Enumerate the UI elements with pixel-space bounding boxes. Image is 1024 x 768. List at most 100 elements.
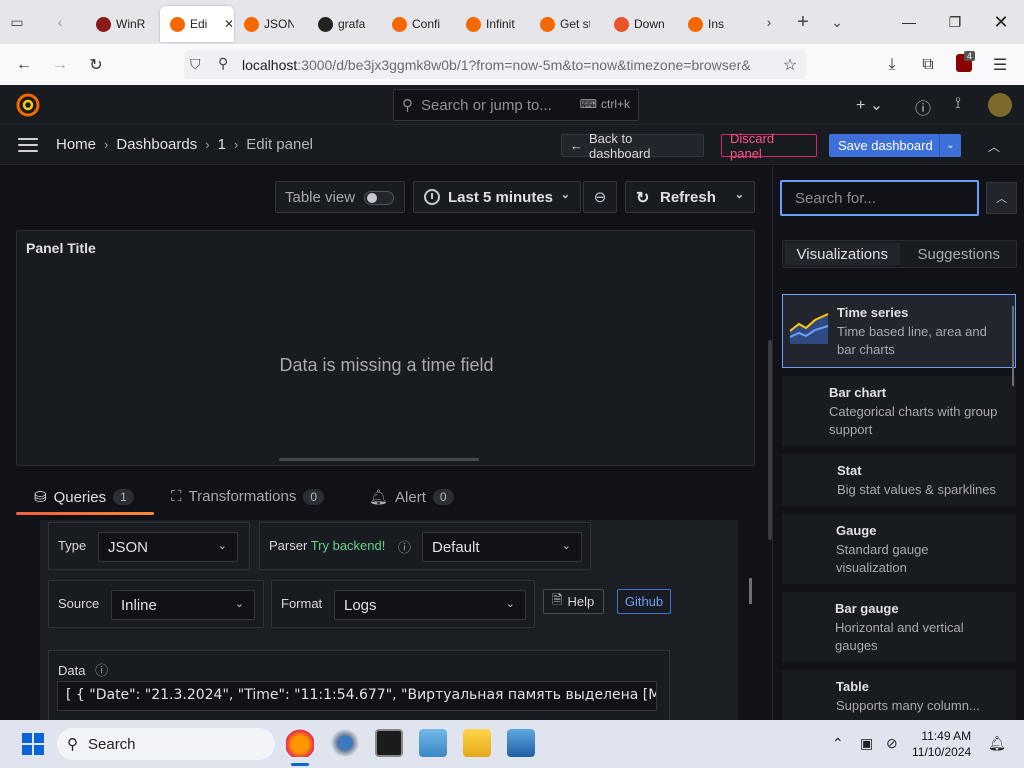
windows-start-icon[interactable]: [22, 733, 44, 755]
new-plus-icon[interactable]: + ⌄: [856, 95, 883, 115]
terminal-app-icon[interactable]: [375, 729, 403, 757]
browser-tab[interactable]: Down: [604, 6, 678, 42]
viz-title: Table: [836, 679, 869, 694]
browser-tab[interactable]: Confi: [382, 6, 456, 42]
time-range-picker[interactable]: Last 5 minutes ⌄: [413, 181, 581, 213]
new-tab-icon[interactable]: +: [786, 0, 820, 44]
chevron-up-icon[interactable]: ︿: [988, 138, 1000, 155]
query-scrollbar[interactable]: [749, 578, 752, 604]
browser-tab[interactable]: JSON: [234, 6, 308, 42]
menu-hamburger-icon[interactable]: [18, 138, 38, 152]
source-select[interactable]: Inline ⌄: [111, 590, 255, 620]
viz-item-gauge[interactable]: Gauge Standard gauge visualization: [782, 514, 1016, 584]
viz-item-bar-chart[interactable]: Bar chart Categorical charts with group …: [782, 376, 1016, 446]
control-panel-app-icon[interactable]: [419, 729, 447, 757]
viz-desc: Time based line, area and bar charts: [837, 324, 987, 357]
try-backend-hint[interactable]: Try backend!: [311, 538, 386, 553]
address-bar[interactable]: localhost:3000/d/be3jx3ggmk8w0b/1?from=n…: [184, 50, 806, 79]
minimize-icon[interactable]: —: [886, 0, 932, 44]
tab-queries-label: Queries: [53, 488, 107, 506]
breadcrumb-dashboards[interactable]: Dashboards: [116, 136, 197, 153]
tab-visualizations[interactable]: Visualizations: [785, 243, 900, 265]
format-value: Logs: [344, 596, 377, 614]
tab-scroll-right-icon[interactable]: ›: [752, 0, 786, 44]
viz-item-stat[interactable]: Stat Big stat values & sparklines: [782, 454, 1016, 506]
viz-search-input[interactable]: Search for...: [780, 180, 979, 216]
tab-transformations[interactable]: ⛶ Transformations 0: [171, 488, 325, 505]
viz-item-time-series[interactable]: Time series Time based line, area and ba…: [782, 294, 1016, 368]
toggle-switch[interactable]: [364, 191, 394, 205]
tab-list-icon[interactable]: ⌄: [820, 0, 854, 44]
chevron-down-icon[interactable]: ⌄: [939, 134, 961, 157]
maximize-icon[interactable]: ❐: [932, 0, 978, 44]
news-feed-icon[interactable]: ⟟: [955, 95, 961, 113]
viz-list-scrollbar[interactable]: [1012, 306, 1014, 386]
bookmark-star-icon[interactable]: ☆: [772, 44, 808, 85]
chevron-up-icon[interactable]: ⌃: [832, 735, 844, 752]
panel-resize-handle[interactable]: [279, 458, 479, 461]
reload-icon[interactable]: ↻: [78, 44, 114, 85]
menu-icon[interactable]: ☰: [982, 44, 1018, 85]
chevron-down-icon[interactable]: ⌄: [735, 188, 744, 201]
notification-bell-icon[interactable]: 🔔︎: [988, 735, 1006, 752]
firefox-app-icon[interactable]: [286, 729, 314, 757]
type-select[interactable]: JSON ⌄: [98, 532, 238, 562]
query-editor: Type JSON ⌄ Parser Try backend! ⓘ Defaul…: [40, 520, 738, 722]
network-icon[interactable]: ⊘: [886, 735, 898, 752]
tab-queries[interactable]: ⛁ Queries 1: [34, 488, 134, 506]
data-label: Data ⓘ: [58, 660, 108, 679]
browser-tab[interactable]: Edi ✕: [160, 6, 234, 42]
panel-title[interactable]: Panel Title: [26, 240, 96, 256]
close-window-icon[interactable]: ✕: [978, 0, 1024, 44]
help-button[interactable]: 🗎︎ Help: [543, 589, 604, 614]
browser-tab[interactable]: Ins: [678, 6, 752, 42]
site-info-icon[interactable]: ⚲: [218, 55, 228, 72]
system-clock[interactable]: 11:49 AM 11/10/2024: [912, 728, 971, 760]
viz-item-table[interactable]: Table Supports many column...: [782, 670, 1016, 720]
breadcrumb-dashboard[interactable]: 1: [218, 136, 226, 153]
database-icon: ⛁: [34, 489, 47, 506]
breadcrumb-home[interactable]: Home: [56, 136, 96, 153]
panel-editor: Table view Last 5 minutes ⌄ ⊖ ↻ Refresh …: [0, 166, 772, 722]
tracking-shield-icon[interactable]: ⛉: [190, 56, 201, 73]
viz-title: Bar chart: [829, 385, 887, 400]
file-explorer-app-icon[interactable]: [463, 729, 491, 757]
browser-tab[interactable]: Infinit: [456, 6, 530, 42]
grafana-logo-icon[interactable]: [16, 93, 40, 117]
save-dashboard-button[interactable]: Save dashboard ⌄: [829, 134, 961, 157]
user-avatar[interactable]: [988, 93, 1012, 117]
chevron-down-icon: ⌄: [561, 540, 571, 552]
task-manager-app-icon[interactable]: [507, 729, 535, 757]
extensions-icon[interactable]: ⧉: [910, 44, 946, 85]
tab-overview-icon[interactable]: ▭: [0, 0, 34, 44]
tab-favicon-icon: [170, 16, 185, 32]
discard-panel-button[interactable]: Discard panel: [721, 131, 817, 161]
tab-suggestions[interactable]: Suggestions: [902, 241, 1017, 267]
back-to-dashboard-button[interactable]: ← Back to dashboard: [561, 131, 704, 161]
viz-item-bar-gauge[interactable]: Bar gauge Horizontal and vertical gauges: [782, 592, 1016, 662]
info-icon[interactable]: ⓘ: [398, 537, 411, 556]
data-textarea[interactable]: [ { "Date": "21.3.2024", "Time": "11:1:5…: [57, 681, 657, 711]
github-button[interactable]: Github: [617, 589, 671, 614]
taskbar-search-box[interactable]: ⚲ Search: [57, 728, 275, 760]
browser-tab[interactable]: grafa: [308, 6, 382, 42]
format-select[interactable]: Logs ⌄: [334, 590, 526, 620]
display-icon[interactable]: ▣: [860, 735, 873, 752]
refresh-button[interactable]: ↻ Refresh ⌄: [625, 181, 755, 213]
tab-alert[interactable]: 🔔︎ Alert 0: [369, 488, 454, 506]
table-view-toggle[interactable]: Table view: [275, 181, 405, 213]
chevron-up-icon[interactable]: ︿: [986, 182, 1017, 214]
global-search-input[interactable]: ⚲ Search or jump to... ⌨ ctrl+k: [393, 89, 639, 121]
info-icon[interactable]: ⓘ: [95, 663, 108, 678]
browser-tab[interactable]: WinR: [86, 6, 160, 42]
browser-tab[interactable]: Get st: [530, 6, 604, 42]
downloads-icon[interactable]: ⤓: [874, 44, 910, 85]
back-arrow-icon[interactable]: ←: [6, 44, 42, 85]
zoom-out-icon[interactable]: ⊖: [583, 181, 617, 213]
close-tab-icon[interactable]: ✕: [224, 17, 234, 31]
parser-select[interactable]: Default ⌄: [422, 532, 582, 562]
forward-arrow-icon[interactable]: →: [42, 44, 78, 85]
tab-scroll-left-icon[interactable]: ‹: [34, 0, 86, 44]
settings-gear-app-icon[interactable]: [331, 729, 359, 757]
help-icon[interactable]: ⓘ: [915, 95, 931, 119]
